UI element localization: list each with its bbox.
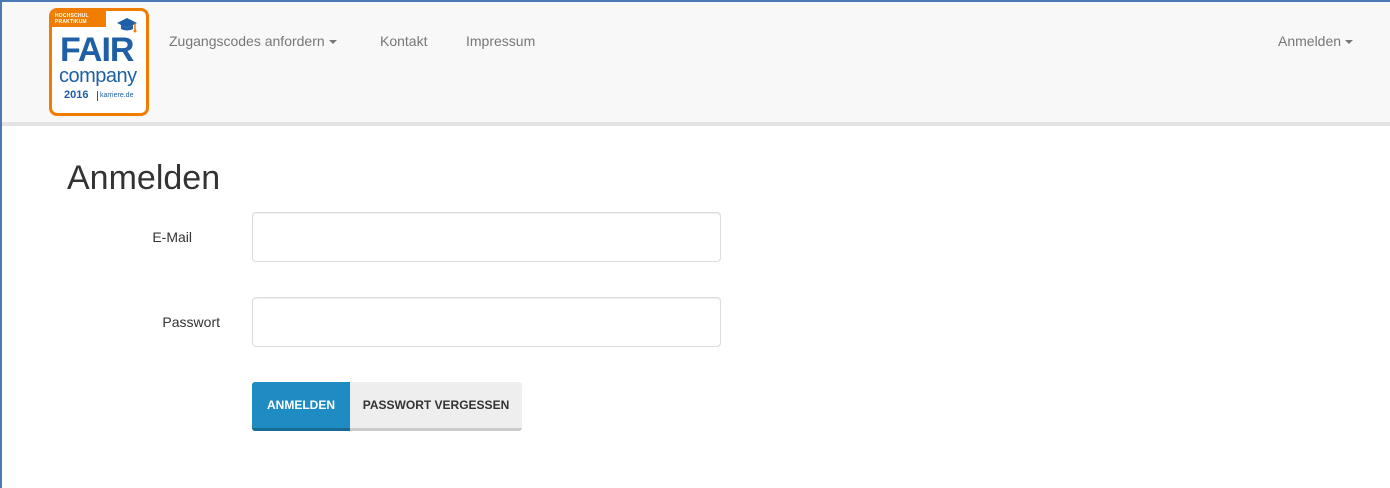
email-label: E-Mail [152,229,192,245]
anmelden-submit-button[interactable]: ANMELDEN [252,382,350,431]
logo-year: 2016 [64,89,89,101]
password-label: Passwort [162,314,220,330]
nav-anmelden-dropdown[interactable]: Anmelden [1278,32,1354,50]
nav-anmelden-label: Anmelden [1278,33,1342,49]
passwort-vergessen-button[interactable]: PASSWORT VERGESSEN [350,382,522,431]
logo-word-fair: FAIR [60,31,134,69]
logo-ribbon: HOCHSCHUL PRAKTIKUM [52,11,106,27]
email-field[interactable] [252,212,721,262]
fair-company-logo[interactable]: HOCHSCHUL PRAKTIKUM FAIR company 2016 ka… [49,8,149,116]
nav-impressum-label: Impressum [466,33,536,49]
logo-site: karriere.de [97,91,133,101]
nav-impressum-link[interactable]: Impressum [466,32,535,50]
nav-zugangscodes-dropdown[interactable]: Zugangscodes anfordern [169,32,337,50]
nav-kontakt-link[interactable]: Kontakt [380,32,427,50]
logo-word-company: company [59,65,137,87]
page-title: Anmelden [67,159,221,197]
caret-down-icon [328,40,337,45]
caret-down-icon [1345,40,1354,45]
top-navbar: HOCHSCHUL PRAKTIKUM FAIR company 2016 ka… [0,0,1390,126]
nav-kontakt-label: Kontakt [380,33,428,49]
nav-zugangscodes-label: Zugangscodes anfordern [169,33,325,49]
logo-ribbon-line2: PRAKTIKUM [55,19,87,25]
password-field[interactable] [252,297,721,347]
